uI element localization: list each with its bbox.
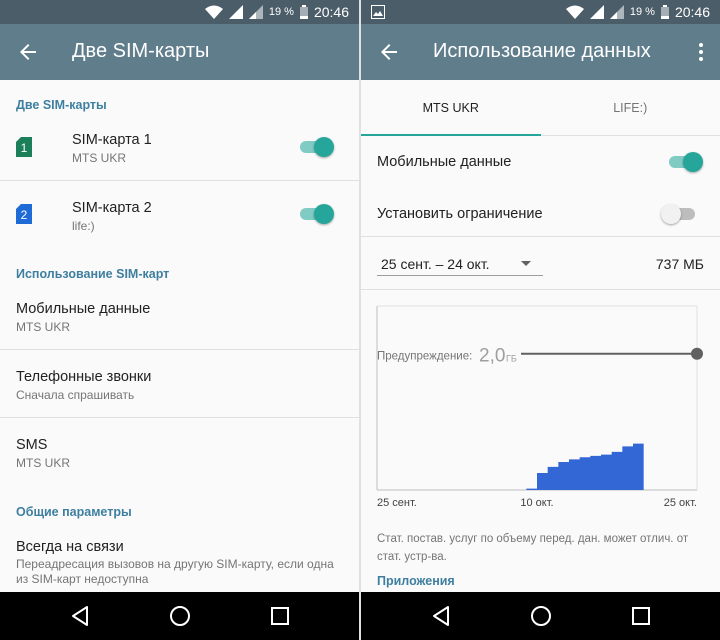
always-on-description-line2: из SIM-карт недоступна	[16, 572, 149, 586]
x-tick-label: 25 сент.	[377, 497, 417, 509]
divider	[0, 417, 359, 418]
usage-area	[526, 440, 644, 490]
image-notification-icon	[371, 5, 385, 19]
x-tick-label: 10 окт.	[520, 497, 553, 509]
billing-cycle-label: 25 сент. – 24 окт.	[381, 256, 490, 272]
battery-icon	[660, 5, 669, 19]
usage-disclaimer: Стат. постав. услуг по объему перед. дан…	[377, 533, 689, 563]
back-nav-icon[interactable]	[68, 604, 92, 628]
section-header-dual-sim: Две SIM-карты	[16, 98, 107, 112]
page-title: Две SIM-карты	[72, 40, 210, 62]
calls-value: Сначала спрашивать	[16, 388, 135, 402]
set-limit-toggle[interactable]	[661, 202, 697, 226]
svg-text:1: 1	[21, 141, 28, 155]
back-arrow-icon[interactable]	[16, 40, 40, 64]
sim-card-1-icon: 1	[16, 137, 32, 157]
wifi-icon	[204, 5, 223, 19]
sms-value: MTS UKR	[16, 456, 70, 470]
sim-2-operator: life:)	[72, 219, 95, 233]
sms-title: SMS	[16, 437, 48, 453]
mobile-data-value: MTS UKR	[16, 320, 70, 334]
status-bar: 19 % 20:46	[361, 0, 720, 24]
sim-1-title: SIM-карта 1	[72, 132, 152, 148]
app-bar: Две SIM-карты	[0, 24, 359, 80]
signal-icon	[589, 5, 604, 19]
clock: 20:46	[313, 4, 349, 20]
warning-handle	[691, 347, 703, 360]
navigation-bar	[361, 592, 720, 640]
home-nav-icon[interactable]	[529, 604, 553, 628]
data-usage-screen: 19 % 20:46 Использование данных MTS UKR …	[361, 0, 720, 640]
active-tab-indicator	[361, 134, 541, 136]
section-header-general: Общие параметры	[16, 505, 132, 519]
wifi-icon	[565, 5, 584, 19]
home-nav-icon[interactable]	[168, 604, 192, 628]
warning-value: 2,0	[479, 346, 505, 367]
divider	[361, 236, 720, 237]
section-header-sim-usage: Использование SIM-карт	[16, 267, 170, 281]
sim-card-2-icon: 2	[16, 204, 32, 224]
warning-unit: ГБ	[506, 354, 517, 364]
navigation-bar	[0, 592, 359, 640]
more-vert-icon[interactable]	[698, 42, 704, 62]
calls-title: Телефонные звонки	[16, 369, 152, 385]
battery-percent: 19 %	[629, 6, 655, 18]
always-on-description-line1: Переадресация вызовов на другую SIM-карт…	[16, 557, 334, 571]
warning-label: Предупреждение:	[377, 351, 472, 363]
x-tick-label: 25 окт.	[664, 497, 697, 509]
sim-1-toggle[interactable]	[298, 135, 334, 159]
data-usage-chart: Предупреждение: 2,0 ГБ 25 сент. 10 окт. 25 ок…	[376, 305, 703, 509]
signal-icon	[248, 5, 263, 19]
back-nav-icon[interactable]	[429, 604, 453, 628]
signal-icon	[228, 5, 243, 19]
always-on-title: Всегда на связи	[16, 539, 124, 555]
mobile-data-title: Мобильные данные	[16, 301, 151, 317]
app-bar: Использование данных	[361, 24, 720, 80]
divider	[0, 180, 359, 181]
clock: 20:46	[674, 4, 710, 20]
svg-text:2: 2	[21, 208, 28, 222]
sim-tabs: MTS UKR LIFE:)	[361, 80, 720, 136]
status-bar: 19 % 20:46	[0, 0, 359, 24]
dual-sim-settings-screen: 19 % 20:46 Две SIM-карты Две SIM-карты 1…	[0, 0, 359, 640]
tab-mts-ukr[interactable]: MTS UKR	[361, 80, 541, 136]
sim-2-toggle[interactable]	[298, 202, 334, 226]
mobile-data-toggle[interactable]	[667, 150, 703, 174]
divider	[0, 349, 359, 350]
sim-1-operator: MTS UKR	[72, 151, 126, 165]
battery-percent: 19 %	[268, 6, 294, 18]
recents-nav-icon[interactable]	[629, 604, 653, 628]
sim-2-title: SIM-карта 2	[72, 200, 152, 216]
recents-nav-icon[interactable]	[268, 604, 292, 628]
tab-life[interactable]: LIFE:)	[541, 80, 720, 136]
dropdown-arrow-icon	[521, 261, 531, 266]
page-title: Использование данных	[433, 40, 651, 62]
battery-icon	[299, 5, 308, 19]
back-arrow-icon[interactable]	[377, 40, 401, 64]
usage-total: 737 МБ	[655, 256, 704, 272]
billing-cycle-dropdown[interactable]: 25 сент. – 24 окт.	[377, 248, 543, 276]
signal-icon	[609, 5, 624, 19]
set-limit-label: Установить ограничение	[377, 206, 543, 222]
section-header-apps: Приложения	[377, 574, 455, 588]
mobile-data-label: Мобильные данные	[377, 154, 512, 170]
